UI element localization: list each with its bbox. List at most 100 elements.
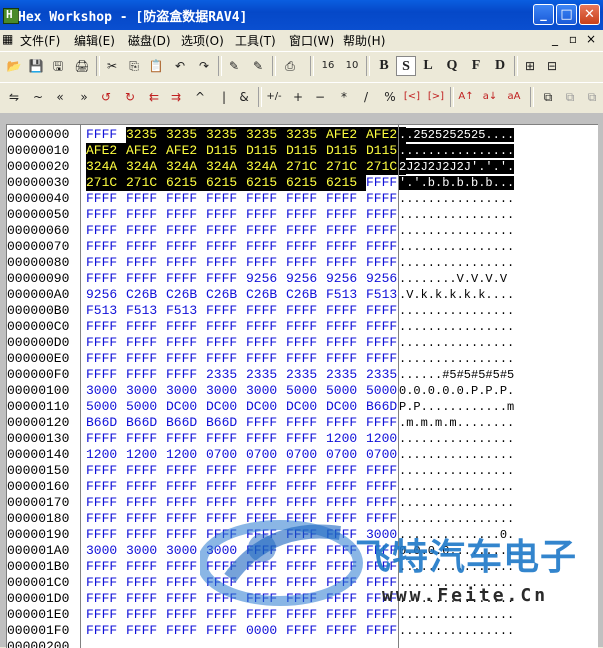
invert-case-icon[interactable]: aA — [504, 87, 524, 107]
hex-16-button[interactable]: 16 — [318, 56, 338, 76]
hex-word[interactable]: 324A — [246, 159, 286, 175]
hex-word[interactable]: FFFF — [86, 127, 126, 143]
cut-icon[interactable]: ✂ — [102, 56, 122, 76]
hex-word[interactable]: 6215 — [166, 175, 206, 191]
hex-word[interactable]: FFFF — [86, 575, 126, 591]
hex-word[interactable]: FFFF — [166, 319, 206, 335]
swap-icon[interactable]: ⇋ — [4, 87, 24, 107]
hex-word[interactable]: FFFF — [326, 351, 366, 367]
window-cascade-icon[interactable]: ⧉ — [538, 87, 558, 107]
hex-row[interactable]: FFFF FFFF FFFF FFFF 0000 FFFF FFFF FFFF — [81, 623, 398, 639]
hex-word[interactable]: 3000 — [246, 383, 286, 399]
hex-word[interactable]: FFFF — [286, 543, 326, 559]
hex-word[interactable]: FFFF — [126, 511, 166, 527]
decimal-10-button[interactable]: 10 — [342, 56, 362, 76]
hex-word[interactable]: FFFF — [166, 239, 206, 255]
hex-word[interactable]: FFFF — [286, 223, 326, 239]
hex-word[interactable]: FFFF — [246, 463, 286, 479]
hex-word[interactable]: FFFF — [286, 255, 326, 271]
mdi-minimize-button[interactable]: _ — [548, 32, 562, 46]
hex-word[interactable]: D115 — [206, 143, 246, 159]
hex-word[interactable]: F513 — [166, 303, 206, 319]
hex-row[interactable]: FFFF FFFF FFFF FFFF FFFF FFFF FFFF FFFF — [81, 223, 398, 239]
ascii-row[interactable]: ................ — [399, 223, 589, 239]
hex-word[interactable]: FFFF — [246, 255, 286, 271]
not-icon[interactable]: ~ — [28, 87, 48, 107]
hex-row[interactable]: AFE2 AFE2 AFE2 D115 D115 D115 D115 D115 — [81, 143, 406, 159]
hex-word[interactable]: FFFF — [86, 607, 126, 623]
properties-icon[interactable]: ⎙ — [280, 56, 300, 76]
hex-word[interactable]: 2335 — [326, 367, 366, 383]
hex-word[interactable]: FFFF — [246, 559, 286, 575]
hex-word[interactable]: FFFF — [166, 431, 206, 447]
hex-word[interactable]: FFFF — [126, 463, 166, 479]
hex-word[interactable]: FFFF — [86, 463, 126, 479]
hex-row[interactable]: B66D B66D B66D B66D FFFF FFFF FFFF FFFF — [81, 415, 398, 431]
hex-word[interactable]: FFFF — [326, 223, 366, 239]
hex-word[interactable]: 9256 — [246, 271, 286, 287]
hex-word[interactable]: 271C — [126, 175, 166, 191]
hex-word[interactable]: 0000 — [246, 623, 286, 639]
hex-word[interactable]: FFFF — [246, 239, 286, 255]
hex-word[interactable]: 324A — [126, 159, 166, 175]
hex-word[interactable]: F513 — [126, 303, 166, 319]
hex-word[interactable]: AFE2 — [166, 143, 206, 159]
disk-icon[interactable]: 🖫 — [48, 56, 68, 76]
hex-word[interactable]: D115 — [246, 143, 286, 159]
hex-row[interactable]: FFFF FFFF FFFF FFFF FFFF FFFF FFFF FFFF — [81, 479, 398, 495]
hex-word[interactable]: FFFF — [286, 431, 326, 447]
short-s-button[interactable]: S — [396, 56, 416, 76]
hex-word[interactable]: FFFF — [86, 319, 126, 335]
hex-word[interactable]: FFFF — [326, 207, 366, 223]
ascii-row[interactable]: ................ — [399, 207, 589, 223]
menu-edit[interactable]: 编辑(E) — [74, 32, 115, 49]
quad-q-button[interactable]: Q — [442, 56, 462, 76]
hex-word[interactable]: 271C — [326, 159, 366, 175]
hex-word[interactable]: FFFF — [206, 479, 246, 495]
hex-word[interactable]: FFFF — [86, 527, 126, 543]
hex-word[interactable]: FFFF — [246, 607, 286, 623]
uppercase-icon[interactable]: A↑ — [456, 87, 476, 107]
hex-row[interactable]: 324A 324A 324A 324A 324A 271C 271C 271C — [81, 159, 406, 175]
mdi-close-button[interactable]: × — [584, 32, 598, 46]
hex-word[interactable]: 6215 — [206, 175, 246, 191]
hex-row[interactable]: FFFF FFFF FFFF FFFF FFFF FFFF FFFF FFFF — [81, 335, 398, 351]
ascii-row[interactable]: ................ — [399, 303, 589, 319]
hex-word[interactable]: FFFF — [246, 575, 286, 591]
print-icon[interactable]: 🖨 — [72, 56, 92, 76]
hex-word[interactable]: C26B — [126, 287, 166, 303]
hex-word[interactable]: 9256 — [286, 271, 326, 287]
hex-row[interactable]: FFFF FFFF FFFF FFFF FFFF FFFF 1200 1200 — [81, 431, 398, 447]
ascii-row[interactable]: ................ — [399, 351, 589, 367]
hex-word[interactable]: 3235 — [286, 127, 326, 143]
hex-word[interactable]: C26B — [246, 287, 286, 303]
hex-word[interactable]: DC00 — [206, 399, 246, 415]
hex-word[interactable]: FFFF — [206, 527, 246, 543]
hex-word[interactable]: 9256 — [326, 271, 366, 287]
hex-word[interactable]: B66D — [86, 415, 126, 431]
hex-word[interactable]: FFFF — [126, 319, 166, 335]
hex-word[interactable]: FFFF — [166, 495, 206, 511]
hex-word[interactable]: FFFF — [206, 303, 246, 319]
menu-file[interactable]: 文件(F) — [20, 32, 60, 49]
hex-word[interactable]: 5000 — [126, 399, 166, 415]
lowercase-icon[interactable]: a↓ — [480, 87, 500, 107]
hex-word[interactable]: FFFF — [166, 591, 206, 607]
hex-word[interactable]: FFFF — [246, 191, 286, 207]
bookmark-icon[interactable]: ✎ — [224, 56, 244, 76]
hex-word[interactable]: FFFF — [206, 431, 246, 447]
menu-window[interactable]: 窗口(W) — [289, 32, 334, 49]
hex-word[interactable]: FFFF — [286, 303, 326, 319]
menu-help[interactable]: 帮助(H) — [343, 32, 385, 49]
hex-word[interactable]: FFFF — [86, 191, 126, 207]
hex-word[interactable]: FFFF — [166, 271, 206, 287]
ascii-row[interactable]: 0.0.0.0.0.P.P.P. — [399, 383, 589, 399]
hex-word[interactable]: FFFF — [126, 479, 166, 495]
hex-word[interactable]: FFFF — [326, 255, 366, 271]
hex-row[interactable]: F513 F513 F513 FFFF FFFF FFFF FFFF FFFF — [81, 303, 398, 319]
hex-row[interactable]: FFFF FFFF FFFF FFFF FFFF FFFF FFFF FFFF — [81, 559, 398, 575]
hex-word[interactable]: 9256 — [86, 287, 126, 303]
ascii-row[interactable]: ................ — [399, 255, 589, 271]
hex-word[interactable]: FFFF — [246, 351, 286, 367]
hex-word[interactable]: C26B — [166, 287, 206, 303]
